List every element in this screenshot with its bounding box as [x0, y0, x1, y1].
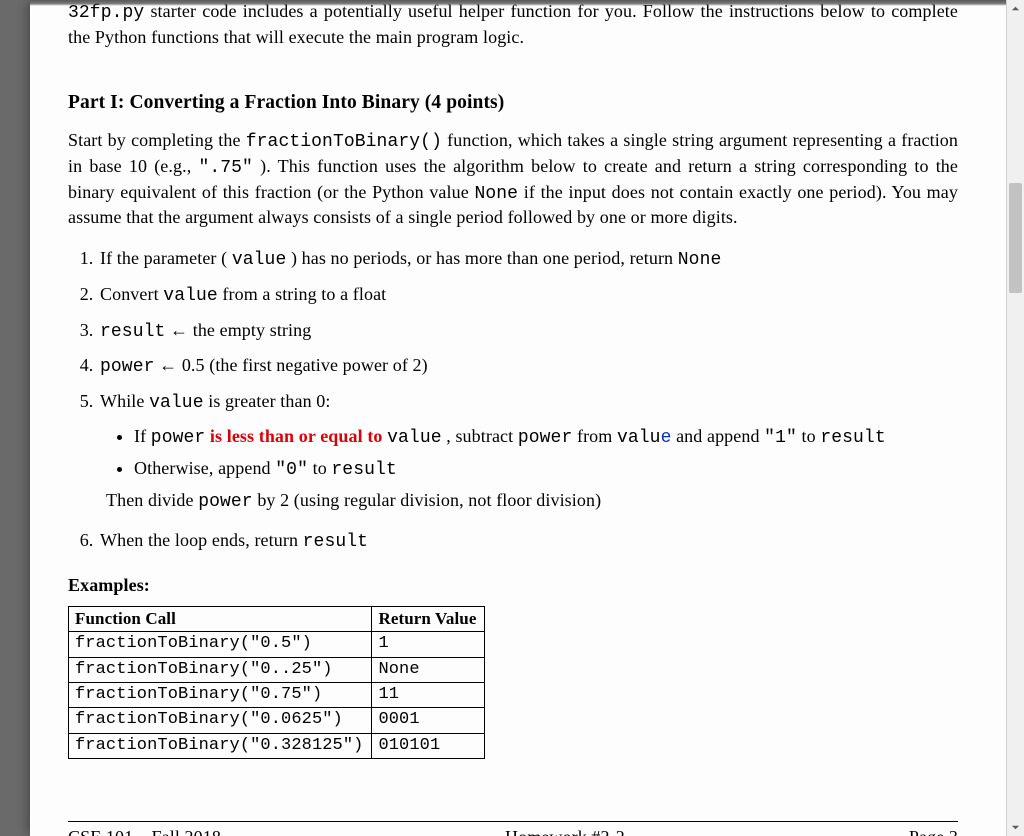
table-row: fractionToBinary("0..25") None	[69, 657, 485, 682]
scroll-up-button[interactable]	[1007, 0, 1024, 17]
intro-text: starter code includes a potentially usef…	[68, 1, 958, 47]
scrollbar-thumb[interactable]	[1009, 183, 1022, 293]
step-5: While value is greater than 0: If power …	[98, 385, 958, 524]
scroll-down-button[interactable]	[1007, 819, 1024, 836]
footer-divider	[68, 821, 958, 822]
step-4: power ← 0.5 (the first negative power of…	[98, 349, 958, 385]
step-5b: Otherwise, append "0" to result	[134, 454, 958, 486]
step-5-then: Then divide power by 2 (using regular di…	[106, 489, 958, 515]
step-5-sublist: If power is less than or equal to value …	[100, 422, 958, 486]
scrollbar-track[interactable]	[1007, 17, 1024, 819]
table-row: fractionToBinary("0.328125") 010101	[69, 733, 485, 758]
examples-header-row: Function Call Return Value	[69, 606, 485, 631]
table-row: fractionToBinary("0.0625") 0001	[69, 708, 485, 733]
part1-description: Start by completing the fractionToBinary…	[68, 129, 958, 230]
footer-page: Page 3	[909, 826, 958, 836]
table-row: fractionToBinary("0.75") 11	[69, 683, 485, 708]
algorithm-steps: If the parameter ( value ) has no period…	[68, 242, 958, 560]
table-row: fractionToBinary("0.5") 1	[69, 632, 485, 657]
part-heading: Part I: Converting a Fraction Into Binar…	[68, 90, 958, 116]
page-footer: CSE 101 – Fall 2018 Homework #2-2 Page 3	[68, 826, 958, 836]
intro-filename: 32fp.py	[68, 3, 144, 23]
col-function-call: Function Call	[69, 606, 372, 631]
step-5a: If power is less than or equal to value …	[134, 422, 958, 454]
step-3: result ← the empty string	[98, 314, 958, 350]
step-2: Convert value from a string to a float	[98, 278, 958, 314]
examples-table: Function Call Return Value fractionToBin…	[68, 606, 485, 760]
chevron-up-icon	[1011, 4, 1020, 13]
step-6: When the loop ends, return result	[98, 524, 958, 560]
footer-homework: Homework #2-2	[505, 826, 625, 836]
col-return-value: Return Value	[372, 606, 485, 631]
examples-heading: Examples:	[68, 574, 958, 598]
footer-course: CSE 101 – Fall 2018	[68, 826, 221, 836]
vertical-scrollbar[interactable]	[1006, 0, 1024, 836]
chevron-down-icon	[1011, 823, 1020, 832]
step-1: If the parameter ( value ) has no period…	[98, 242, 958, 278]
intro-paragraph: 32fp.py starter code includes a potentia…	[68, 0, 958, 50]
